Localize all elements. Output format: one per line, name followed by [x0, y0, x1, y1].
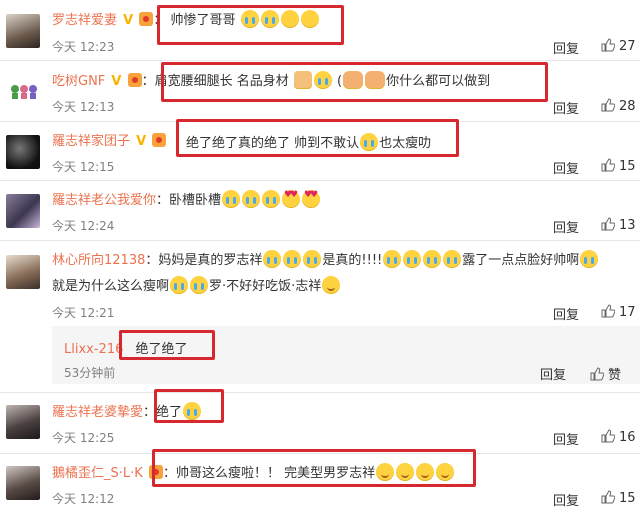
- like-count: 16: [619, 430, 636, 445]
- verified-v-icon: V: [111, 74, 122, 89]
- comment-time: 今天 12:21: [52, 306, 115, 320]
- sub-reply-reply-button[interactable]: 回复: [540, 364, 566, 383]
- crying-emoji-icon: [443, 250, 462, 268]
- like-button[interactable]: 15: [601, 490, 636, 506]
- thumbs-up-icon: [601, 429, 615, 443]
- comment-time: 今天 12:24: [52, 219, 115, 233]
- comment-text-4: 就是为什么这么瘦啊: [52, 279, 170, 294]
- thumbs-up-icon: [601, 98, 615, 112]
- username-link[interactable]: 罗志祥爱妻: [52, 13, 117, 28]
- thumbs-up-icon: [601, 158, 615, 172]
- member-crown-icon: [152, 133, 167, 147]
- sub-reply-username[interactable]: Llixx-216: [64, 342, 123, 357]
- avatar[interactable]: [6, 194, 40, 228]
- heart-eyes-emoji-icon: [302, 190, 321, 208]
- like-button[interactable]: 13: [601, 217, 636, 233]
- crying-emoji-icon: [403, 250, 422, 268]
- username-link[interactable]: 林心所向12138: [52, 253, 145, 268]
- heart-eyes-emoji-icon: [282, 190, 301, 208]
- username-link[interactable]: 羅志祥老婆摯愛: [52, 405, 143, 420]
- avatar[interactable]: [6, 255, 40, 289]
- crying-emoji-icon: [242, 190, 261, 208]
- like-button[interactable]: 16: [601, 429, 636, 445]
- like-count: 15: [619, 491, 636, 506]
- username-link[interactable]: 鵝橘歪仁_S·L·K: [52, 466, 143, 481]
- comment-3: 羅志祥家团子 V 绝了绝了真的绝了 帅到不敢认 也太瘦叻 今天 12:15 回复 …: [0, 119, 640, 180]
- comment-time: 今天 12:13: [52, 100, 115, 114]
- thumbs-up-icon: [601, 38, 615, 52]
- reply-button[interactable]: 回复: [553, 429, 579, 448]
- comment-text: 妈妈是真的罗志祥: [158, 253, 263, 268]
- crying-emoji-icon: [283, 250, 302, 268]
- thumbs-up-icon: [590, 367, 604, 381]
- crying-emoji-icon: [170, 276, 189, 294]
- verified-v-icon: V: [136, 134, 147, 149]
- comment-text-2: 是真的!!!!: [322, 253, 383, 268]
- reply-button[interactable]: 回复: [553, 38, 579, 57]
- member-crown-icon: [139, 12, 154, 26]
- comment-time: 今天 12:23: [52, 40, 115, 54]
- thumbs-up-icon: [601, 490, 615, 504]
- like-button[interactable]: 27: [601, 38, 636, 54]
- like-count: 28: [619, 99, 636, 114]
- reply-button[interactable]: 回复: [553, 304, 579, 323]
- sub-reply-like-label: 赞: [608, 368, 622, 383]
- crying-emoji-icon: [262, 190, 281, 208]
- reply-button[interactable]: 回复: [553, 490, 579, 509]
- avatar[interactable]: [6, 405, 40, 439]
- sub-reply-time: 53分钟前: [64, 366, 116, 380]
- like-count: 17: [619, 305, 636, 320]
- avatar[interactable]: [6, 135, 40, 169]
- highlight-box: [154, 389, 224, 423]
- reply-button[interactable]: 回复: [553, 158, 579, 177]
- comment-time: 今天 12:12: [52, 492, 115, 506]
- like-button[interactable]: 28: [601, 98, 636, 114]
- highlight-box: [157, 5, 344, 45]
- verified-v-icon: V: [123, 13, 134, 28]
- comment-1: 罗志祥爱妻 V ： 帅惨了哥哥 今天 12:23 回复 27: [0, 0, 640, 60]
- member-crown-icon: [127, 73, 142, 87]
- highlight-box: [152, 449, 476, 487]
- comment-text-5: 罗·不好好吃饭·志祥: [209, 279, 322, 294]
- like-button[interactable]: 15: [601, 158, 636, 174]
- reply-button[interactable]: 回复: [553, 98, 579, 117]
- like-count: 13: [619, 218, 636, 233]
- avatar[interactable]: [6, 14, 40, 48]
- like-count: 15: [619, 159, 636, 174]
- avatar[interactable]: [6, 73, 40, 107]
- highlight-box: [119, 330, 215, 360]
- comment-4: 羅志祥老公我爱你：卧槽卧槽 今天 12:24 回复 13: [0, 181, 640, 240]
- highlight-box: [161, 62, 548, 102]
- comment-6: 羅志祥老婆摯愛：绝了 今天 12:25 回复 16: [0, 389, 640, 453]
- smirk-emoji-icon: [322, 276, 341, 294]
- avatar[interactable]: [6, 466, 40, 500]
- crying-emoji-icon: [580, 250, 599, 268]
- crying-emoji-icon: [303, 250, 322, 268]
- like-count: 27: [619, 39, 636, 54]
- comment-time: 今天 12:15: [52, 160, 115, 174]
- thumbs-up-icon: [601, 304, 615, 318]
- reply-button[interactable]: 回复: [553, 217, 579, 236]
- comment-time: 今天 12:25: [52, 431, 115, 445]
- username-link[interactable]: 羅志祥家团子: [52, 134, 130, 149]
- highlight-box: [176, 119, 459, 157]
- sub-reply-like-button[interactable]: 赞: [590, 364, 621, 383]
- crying-emoji-icon: [263, 250, 282, 268]
- username-link[interactable]: 吃树GNF: [52, 74, 105, 89]
- comment-2: 吃树GNF V ：肩宽腰细腿长 名品身材 (你什么都可以做到 今天 12:13 …: [0, 61, 640, 121]
- crying-emoji-icon: [190, 276, 209, 294]
- comment-text-3: 露了一点点脸好帅啊: [462, 253, 580, 268]
- username-link[interactable]: 羅志祥老公我爱你: [52, 193, 156, 208]
- crying-emoji-icon: [383, 250, 402, 268]
- thumbs-up-icon: [601, 217, 615, 231]
- crying-emoji-icon: [423, 250, 442, 268]
- crying-emoji-icon: [222, 190, 241, 208]
- comment-7: 鵝橘歪仁_S·L·K ：帅哥这么瘦啦！！ 完美型男罗志祥 今天 12:12 回复…: [0, 449, 640, 515]
- comment-text: 卧槽卧槽: [169, 193, 222, 208]
- like-button[interactable]: 17: [601, 304, 636, 320]
